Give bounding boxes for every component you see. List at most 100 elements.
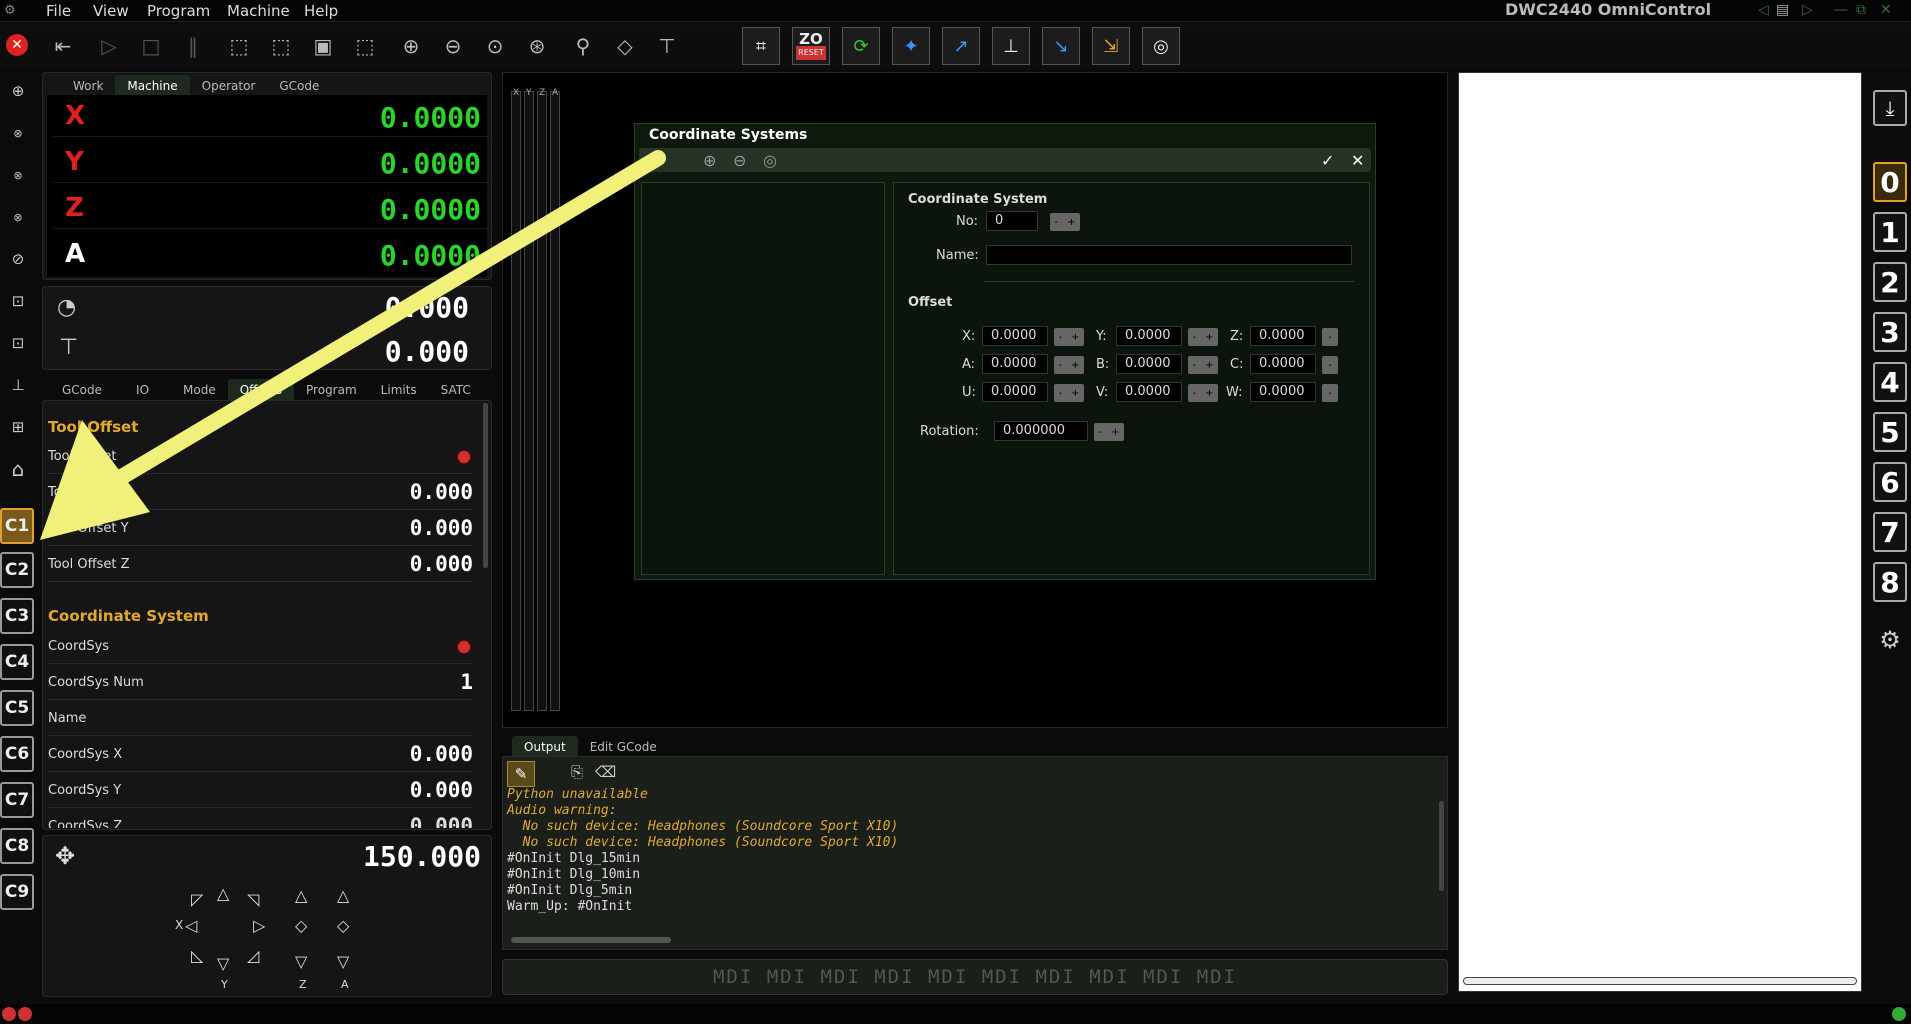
maximize-icon[interactable]: ⧉ [1856, 2, 1866, 18]
offset-u-stepper[interactable]: - + [1054, 384, 1084, 402]
zero-xy-icon[interactable]: ⊡ [3, 286, 33, 316]
tab-info-satc[interactable]: SATC [429, 379, 483, 401]
jog-z-minus-icon[interactable]: ▽ [295, 952, 307, 971]
coord-system-list[interactable] [641, 182, 885, 575]
tab-info-mode[interactable]: Mode [171, 379, 228, 401]
jog-x-plus-icon[interactable]: ▷ [253, 916, 265, 935]
coord-1-button[interactable]: 1 [1873, 212, 1907, 252]
no-input[interactable]: 0 [986, 211, 1038, 231]
run-icon[interactable]: ▷ [92, 29, 126, 63]
menu-view[interactable]: View [93, 2, 129, 20]
exit-icon[interactable]: ⇤ [46, 29, 80, 63]
clear-icon[interactable]: ⌫ [595, 763, 616, 781]
offset-c-input[interactable]: 0.0000 [1250, 354, 1316, 374]
move-arrow-icon[interactable]: ↗ [942, 27, 980, 65]
home-icon[interactable]: ⌂ [3, 454, 33, 484]
probe-height-icon[interactable]: ⊥ [3, 370, 33, 400]
offset-y-stepper[interactable]: - + [1188, 328, 1218, 346]
close-dialog-icon[interactable]: ✕ [1351, 151, 1364, 170]
dro-row-y[interactable]: Y 0.0000 [53, 141, 493, 183]
offsets-scrollbar[interactable] [483, 403, 488, 568]
menu-machine[interactable]: Machine [227, 2, 290, 20]
spindle-icon[interactable]: ⊥ [992, 27, 1030, 65]
jog-x-minus-icon[interactable]: ◁ [185, 916, 197, 935]
offset-w-input[interactable]: 0.0000 [1250, 382, 1316, 402]
xy-target-icon[interactable]: ⊗ [3, 118, 33, 148]
c2-button[interactable]: C2 [0, 552, 34, 588]
add-icon[interactable]: ⊕ [703, 151, 716, 170]
nav-back-icon[interactable]: ◁ [1758, 2, 1769, 18]
offset-a-input[interactable]: 0.0000 [982, 354, 1048, 374]
tab-info-gcode[interactable]: GCode [50, 379, 114, 401]
view-side-icon[interactable]: ⬚ [348, 29, 382, 63]
copy-icon[interactable]: ⎘ [571, 763, 583, 781]
c9-button[interactable]: C9 [0, 874, 34, 910]
tab-operator[interactable]: Operator [190, 75, 268, 97]
c3-button[interactable]: C3 [0, 598, 34, 634]
offset-z-input[interactable]: 0.0000 [1250, 326, 1316, 346]
offset-v-input[interactable]: 0.0000 [1116, 382, 1182, 402]
dro-row-x[interactable]: X 0.0000 [53, 95, 493, 137]
zero-z-icon[interactable]: ⊡ [3, 328, 33, 358]
offset-a-stepper[interactable]: - + [1054, 356, 1084, 374]
tab-info-io[interactable]: IO [124, 379, 161, 401]
cycle-check-icon[interactable]: ⟳ [842, 27, 880, 65]
jog-z-plus-icon[interactable]: △ [295, 886, 307, 905]
menu-program[interactable]: Program [147, 2, 210, 20]
offset-u-input[interactable]: 0.0000 [982, 382, 1048, 402]
coord-4-button[interactable]: 4 [1873, 362, 1907, 402]
stop-icon[interactable]: □ [134, 29, 168, 63]
zero-all-icon[interactable]: ⊘ [3, 244, 33, 274]
confirm-icon[interactable]: ✓ [1321, 151, 1334, 170]
target-icon[interactable]: ◎ [763, 151, 777, 170]
dro-row-a[interactable]: A 0.0000 [53, 233, 493, 275]
tab-info-limits[interactable]: Limits [369, 379, 429, 401]
menu-help[interactable]: Help [304, 2, 338, 20]
jog-y-minus-icon[interactable]: ▽ [217, 954, 229, 973]
nav-forward-icon[interactable]: ▷ [1802, 2, 1813, 18]
jog-a-step-icon[interactable]: ◇ [337, 916, 349, 935]
c5-button[interactable]: C5 [0, 690, 34, 726]
view-top-icon[interactable]: ▣ [306, 29, 340, 63]
output-hscrollbar[interactable] [511, 937, 671, 943]
tab-info-offsets[interactable]: Offsets [227, 379, 295, 401]
coord-3-button[interactable]: 3 [1873, 312, 1907, 352]
minimize-icon[interactable]: — [1834, 2, 1848, 18]
pause-icon[interactable]: ‖ [176, 29, 210, 63]
g28-target-icon[interactable]: ⊗ [3, 160, 33, 190]
tool-icon[interactable]: ⊤ [650, 29, 684, 63]
tab-edit-gcode[interactable]: Edit GCode [578, 736, 669, 758]
c8-button[interactable]: C8 [0, 828, 34, 864]
coord-7-button[interactable]: 7 [1873, 512, 1907, 552]
c6-button[interactable]: C6 [0, 736, 34, 772]
pin-icon[interactable]: ✎ [507, 761, 535, 787]
remove-icon[interactable]: ⊖ [733, 151, 746, 170]
coord-2-button[interactable]: 2 [1873, 262, 1907, 302]
rotary-icon[interactable]: ◎ [1142, 27, 1180, 65]
home-target-icon[interactable]: ⊕ [3, 76, 33, 106]
zoom-in-icon[interactable]: ⊕ [394, 29, 428, 63]
jog-z-step-icon[interactable]: ◇ [295, 916, 307, 935]
axis-coords-icon[interactable]: ⌗ [742, 27, 780, 65]
c7-button[interactable]: C7 [0, 782, 34, 818]
mdi-input[interactable]: MDI MDI MDI MDI MDI MDI MDI MDI MDI MDI [502, 959, 1448, 995]
name-input[interactable] [986, 245, 1352, 265]
g30-target-icon[interactable]: ⊗ [3, 202, 33, 232]
tool-measure-icon[interactable]: ⊞ [3, 412, 33, 442]
tab-info-program[interactable]: Program [294, 379, 369, 401]
tab-output[interactable]: Output [512, 736, 578, 758]
coord-6-button[interactable]: 6 [1873, 462, 1907, 502]
jog-a-plus-icon[interactable]: △ [337, 886, 349, 905]
offset-c-stepper[interactable]: - [1322, 356, 1338, 374]
coolant-icon[interactable]: ◇ [608, 29, 642, 63]
tab-work[interactable]: Work [61, 75, 115, 97]
offset-y-input[interactable]: 0.0000 [1116, 326, 1182, 346]
zo-reset-button[interactable]: ZO RESET [792, 27, 830, 65]
output-vscrollbar[interactable] [1439, 801, 1444, 891]
menu-file[interactable]: File [46, 2, 71, 20]
probe-icon[interactable]: ⚲ [566, 29, 600, 63]
offset-b-stepper[interactable]: - + [1188, 356, 1218, 374]
offset-x-stepper[interactable]: - + [1054, 328, 1084, 346]
dro-row-z[interactable]: Z 0.0000 [53, 187, 493, 229]
jog-xy-downleft-icon[interactable]: ◺ [191, 946, 203, 965]
